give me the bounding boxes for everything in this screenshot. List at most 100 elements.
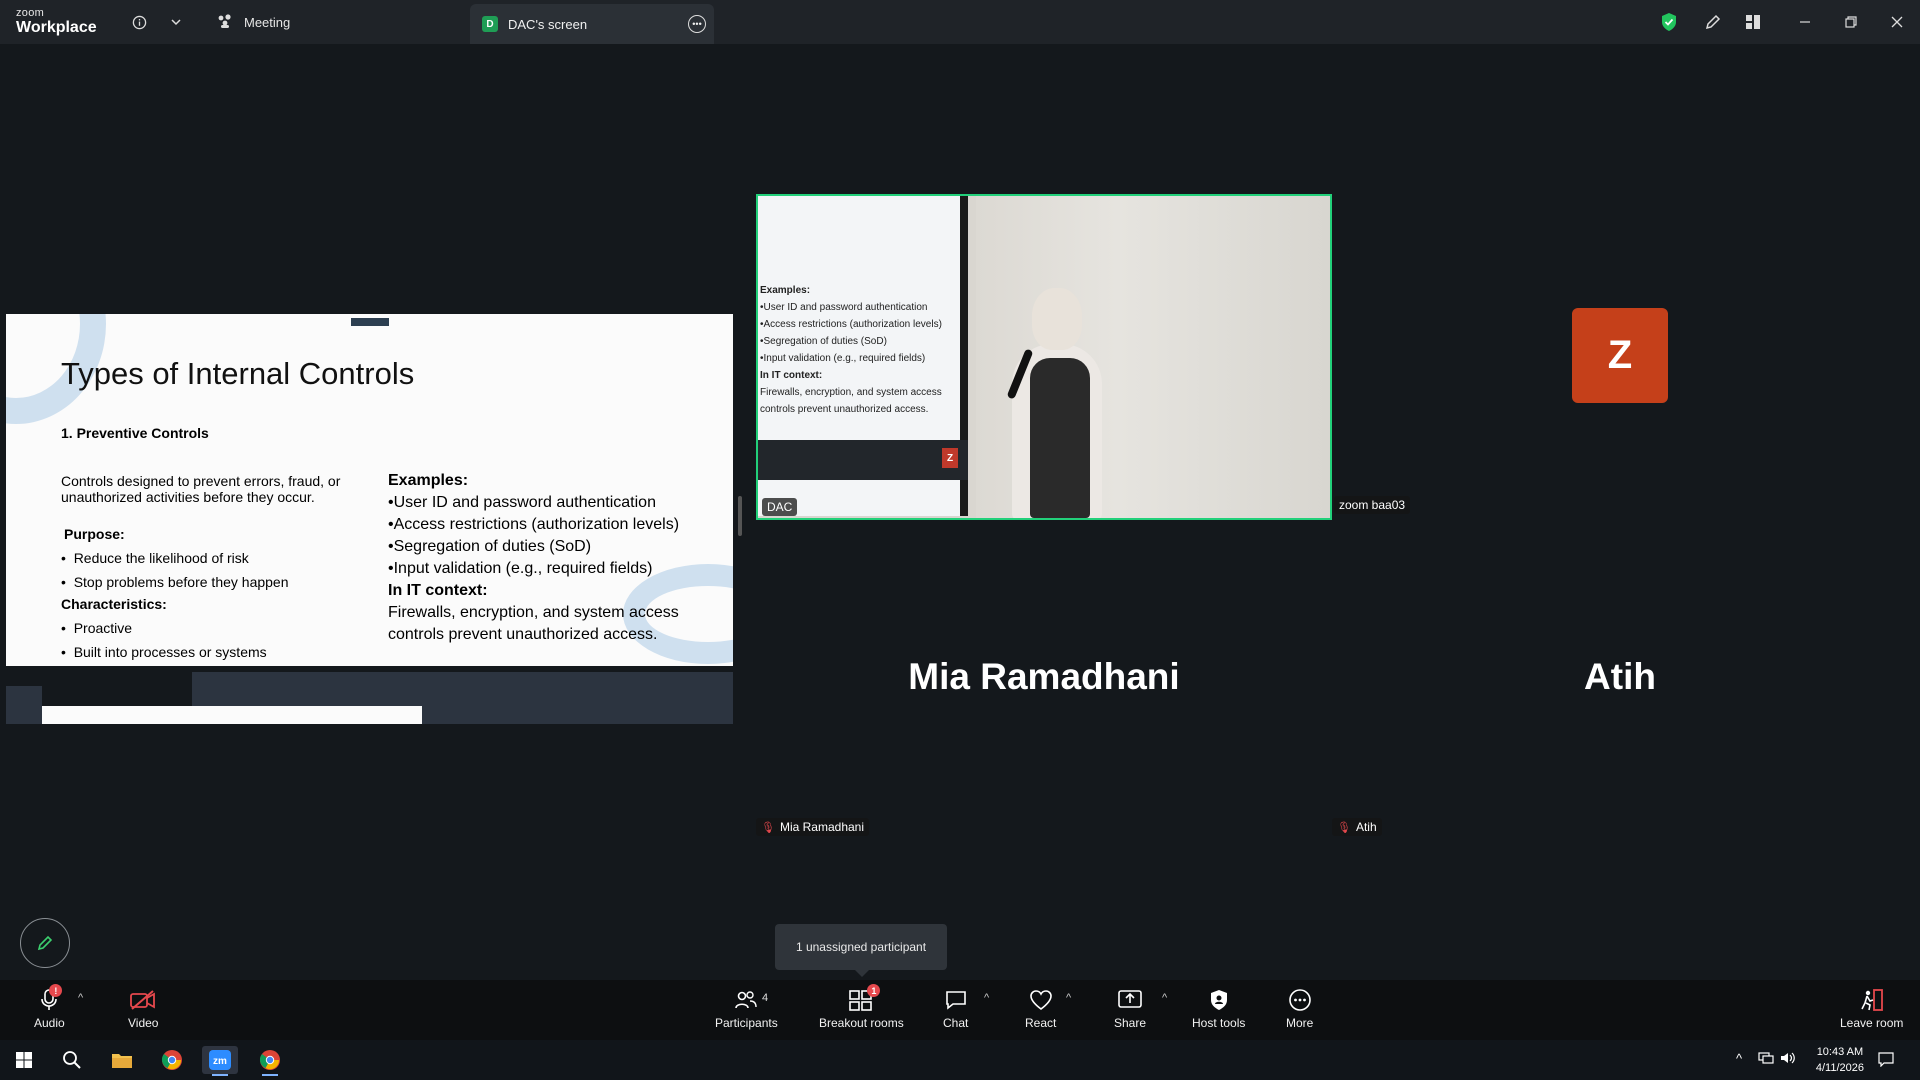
chrome-icon[interactable] xyxy=(154,1046,190,1074)
unassigned-participant-tooltip: 1 unassigned participant xyxy=(775,924,947,977)
examples-label: Examples: xyxy=(388,472,469,489)
chat-options-caret[interactable]: ^ xyxy=(984,992,989,1004)
more-icon[interactable]: ••• xyxy=(688,15,706,33)
network-icon[interactable] xyxy=(1758,1051,1774,1068)
video-button[interactable]: Video xyxy=(128,988,158,1030)
minimize-icon[interactable] xyxy=(1782,0,1828,44)
windows-start-icon[interactable] xyxy=(6,1046,42,1074)
volume-icon[interactable] xyxy=(1780,1051,1796,1068)
meeting-stage: Types of Internal Controls 1. Preventive… xyxy=(0,44,1920,980)
slide-footer-bar xyxy=(192,672,733,706)
restore-icon[interactable] xyxy=(1828,0,1874,44)
shared-screen-slide[interactable]: Types of Internal Controls 1. Preventive… xyxy=(6,314,733,666)
chat-icon xyxy=(944,988,968,1012)
breakout-label: Breakout rooms xyxy=(819,1016,904,1030)
avatar: Z xyxy=(1572,308,1668,403)
more-icon xyxy=(1288,988,1312,1012)
pencil-icon xyxy=(37,935,53,951)
video-off-icon xyxy=(129,988,157,1012)
pencil-icon[interactable] xyxy=(1702,11,1724,33)
neighbor-name-tag: zoom baa03 xyxy=(1334,496,1411,514)
host-tools-label: Host tools xyxy=(1192,1016,1246,1030)
zoom-app-icon[interactable]: zm xyxy=(202,1046,238,1076)
tab-meeting-label: Meeting xyxy=(244,14,291,30)
participant-tag-mia: 🎙︎ Mia Ramadhani xyxy=(756,818,870,836)
zoom-workplace-logo: zoom Workplace xyxy=(16,8,97,36)
participants-button[interactable]: Participants xyxy=(715,988,778,1030)
list-item: •Access restrictions (authorization leve… xyxy=(388,516,680,533)
brand-small: zoom xyxy=(16,7,45,19)
microphone-muted-icon: 🎙︎ xyxy=(1337,821,1351,834)
breakout-rooms-button[interactable]: 1 Breakout rooms xyxy=(819,984,904,1030)
share-icon xyxy=(1117,988,1143,1012)
chat-button[interactable]: Chat xyxy=(943,988,968,1030)
slide-description: Controls designed to prevent errors, fra… xyxy=(61,473,341,505)
it-context-label: In IT context: xyxy=(388,582,488,599)
breakout-icon: 1 xyxy=(848,984,881,1012)
participant-name-mia: Mia Ramadhani xyxy=(908,656,1180,697)
projected-slide-text: Examples: •User ID and password authenti… xyxy=(760,285,942,415)
folder-icon[interactable] xyxy=(104,1046,140,1074)
presenter-figure xyxy=(1000,288,1110,518)
info-icon[interactable] xyxy=(128,11,150,33)
leave-room-button[interactable]: Leave room xyxy=(1840,988,1903,1030)
host-tools-button[interactable]: Host tools xyxy=(1192,988,1245,1030)
meeting-toolbar: ! Audio ^ Video Participants 4 1 Breakou… xyxy=(0,980,1920,1040)
shield-icon[interactable] xyxy=(1658,11,1680,33)
microphone-icon: ! xyxy=(38,984,63,1012)
audio-options-caret[interactable]: ^ xyxy=(78,992,83,1004)
close-icon[interactable] xyxy=(1874,0,1920,44)
more-label: More xyxy=(1286,1016,1314,1030)
participants-label: Participants xyxy=(715,1016,778,1030)
video-tile-dac[interactable]: Examples: •User ID and password authenti… xyxy=(756,194,1332,520)
split-divider-handle[interactable] xyxy=(738,496,742,536)
chevron-down-icon[interactable] xyxy=(165,11,187,33)
participants-icon xyxy=(734,988,758,1012)
audio-button[interactable]: ! Audio xyxy=(34,984,65,1030)
share-options-caret[interactable]: ^ xyxy=(1162,992,1167,1004)
tab-dac-screen[interactable]: D DAC's screen ••• xyxy=(470,4,714,44)
share-button[interactable]: Share xyxy=(1114,988,1146,1030)
characteristics-label: Characteristics: xyxy=(61,596,167,612)
notifications-icon[interactable] xyxy=(1878,1051,1894,1070)
list-item: • Stop problems before they happen xyxy=(61,574,289,590)
windows-taskbar: zm ^ 10:43 AM 4/11/2026 xyxy=(0,1040,1920,1080)
projected-gallery-strip: Z xyxy=(758,440,968,480)
title-bar: zoom Workplace Meeting D DAC's screen ••… xyxy=(0,0,1920,44)
list-item: • Built into processes or systems xyxy=(61,644,267,660)
meeting-icon xyxy=(216,13,234,32)
slide-decoration xyxy=(351,318,389,326)
chrome-icon[interactable] xyxy=(252,1046,288,1076)
examples-block: Examples: •User ID and password authenti… xyxy=(388,470,728,646)
projected-slide: Examples: •User ID and password authenti… xyxy=(758,196,968,516)
chevron-up-icon[interactable]: ^ xyxy=(1736,1051,1742,1066)
purpose-label: Purpose: xyxy=(64,526,125,542)
slide-title: Types of Internal Controls xyxy=(61,356,415,391)
more-button[interactable]: More xyxy=(1286,988,1313,1030)
react-options-caret[interactable]: ^ xyxy=(1066,992,1071,1004)
system-clock[interactable]: 10:43 AM 4/11/2026 xyxy=(1816,1044,1864,1076)
screen-tab-badge: D xyxy=(482,16,498,32)
video-name-tag: DAC xyxy=(762,498,798,516)
react-icon xyxy=(1029,988,1053,1012)
annotate-pencil-button[interactable] xyxy=(20,918,70,968)
list-item: • Proactive xyxy=(61,620,133,636)
search-icon[interactable] xyxy=(54,1046,90,1074)
brand-big: Workplace xyxy=(16,19,97,36)
list-item: • Reduce the likelihood of risk xyxy=(61,550,249,566)
share-label: Share xyxy=(1114,1016,1147,1030)
characteristics-list: • Proactive • Built into processes or sy… xyxy=(61,620,267,666)
layout-icon[interactable] xyxy=(1742,11,1764,33)
video-label: Video xyxy=(128,1016,159,1030)
tab-meeting[interactable]: Meeting xyxy=(216,0,290,44)
react-button[interactable]: React xyxy=(1025,988,1056,1030)
purpose-list: • Reduce the likelihood of risk • Stop p… xyxy=(61,550,289,598)
list-item: •Segregation of duties (SoD) xyxy=(388,538,592,555)
slide-subheading: 1. Preventive Controls xyxy=(61,425,209,441)
react-label: React xyxy=(1025,1016,1057,1030)
projected-avatar: Z xyxy=(942,448,958,468)
audio-label: Audio xyxy=(34,1016,65,1030)
slide-footer-bar xyxy=(422,706,733,724)
it-context-text: Firewalls, encryption, and system access… xyxy=(388,604,679,643)
leave-icon xyxy=(1859,988,1885,1012)
